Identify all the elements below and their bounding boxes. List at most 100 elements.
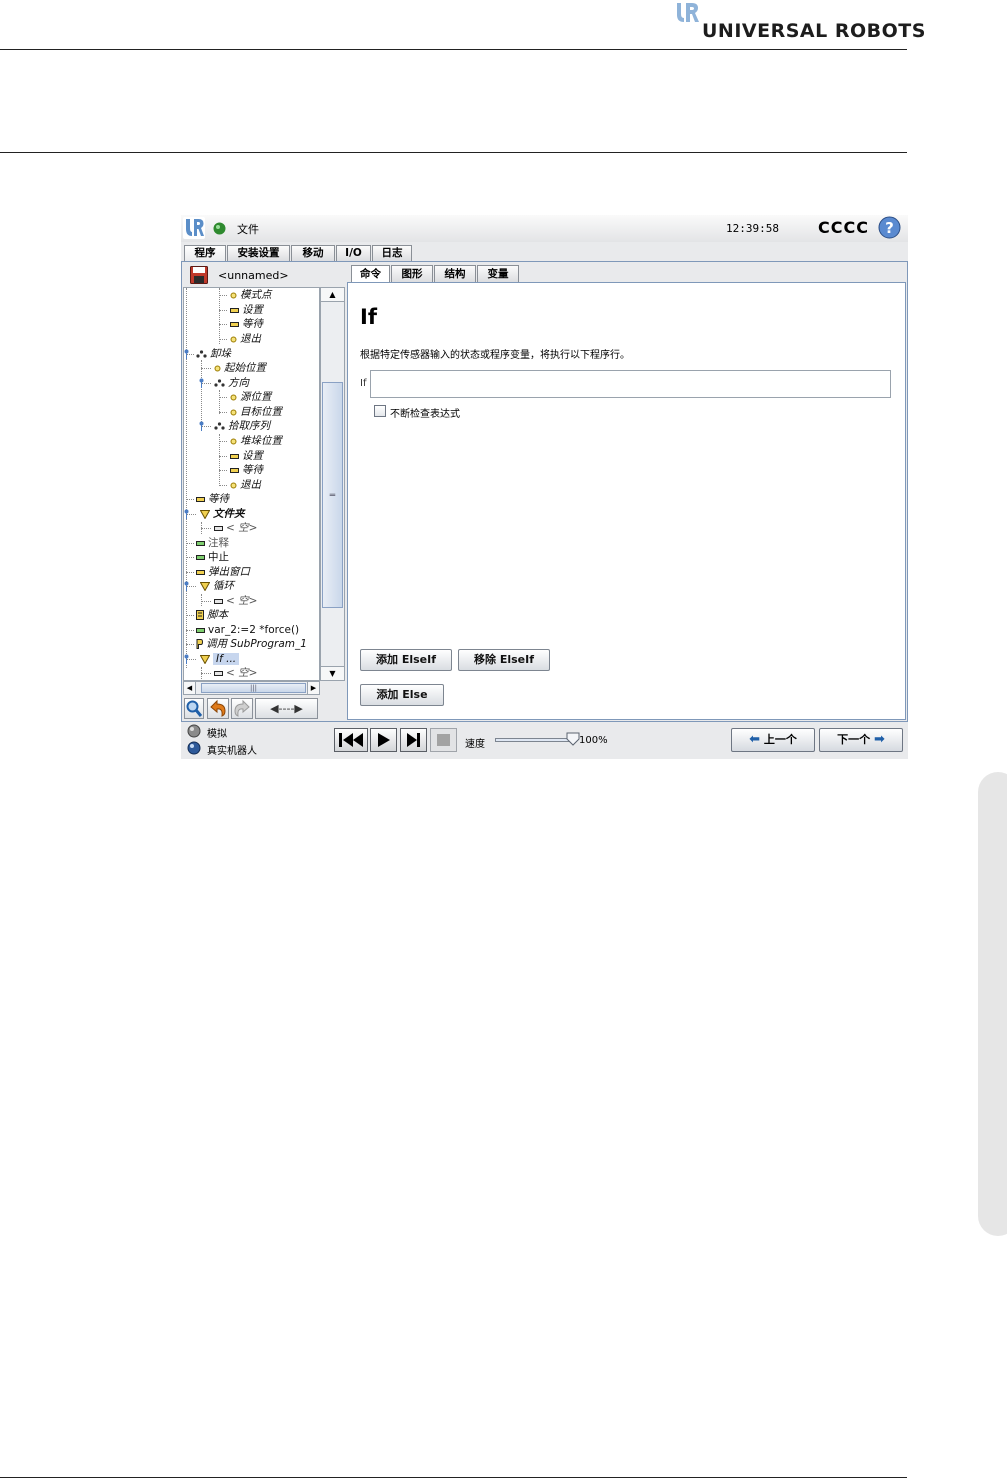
expander-icon[interactable] — [199, 378, 204, 388]
tree-node[interactable]: 堆垛位置 — [230, 434, 282, 448]
waypoint-icon — [230, 438, 237, 444]
tree-node[interactable]: 中止 — [196, 550, 229, 564]
tab-graphics[interactable]: 图形 — [391, 265, 433, 282]
tab-move[interactable]: 移动 — [291, 245, 335, 261]
speed-slider-thumb-icon[interactable] — [566, 732, 580, 746]
tree-node[interactable]: 循环 — [200, 579, 234, 593]
expander-icon[interactable] — [184, 654, 189, 664]
polyscope-screen: 文件 12:39:58 CCCC ? 程序 安装设置 移动 I/O 日志 <un… — [181, 215, 908, 759]
previous-button[interactable]: ⬅ 上一个 — [731, 728, 815, 752]
save-icon[interactable] — [190, 266, 208, 284]
tree-node[interactable]: 等待 — [196, 492, 229, 506]
tree-node[interactable]: 模式点 — [230, 288, 272, 302]
ur-logo-icon — [677, 3, 699, 22]
tree-node[interactable]: < 空> — [214, 521, 257, 535]
play-button[interactable] — [370, 728, 397, 752]
robot-name: CCCC — [818, 218, 869, 237]
move-arrows-icon: ◀----▶ — [270, 702, 303, 715]
tab-command[interactable]: 命令 — [351, 265, 390, 282]
search-button[interactable] — [184, 698, 204, 719]
tab-log[interactable]: 日志 — [372, 245, 412, 261]
tree-node[interactable]: 方向 — [214, 376, 249, 390]
tree-node[interactable]: 注释 — [196, 536, 229, 550]
undo-button[interactable] — [207, 698, 229, 719]
expander-icon[interactable] — [184, 509, 189, 519]
tree-node[interactable]: 设置 — [230, 303, 263, 317]
play-icon — [378, 733, 390, 747]
tree-node-selected[interactable]: If ... — [200, 652, 240, 666]
page-title: If — [360, 305, 377, 329]
expander-icon[interactable] — [199, 421, 204, 431]
undo-icon — [210, 699, 226, 717]
stop-button[interactable] — [430, 728, 457, 752]
scroll-thumb[interactable]: ═ — [322, 382, 343, 608]
speed-slider-track[interactable] — [495, 738, 573, 742]
tab-io[interactable]: I/O — [336, 245, 371, 261]
wait-icon — [196, 496, 205, 502]
check-expression-checkbox[interactable] — [374, 405, 386, 417]
tab-variables[interactable]: 变量 — [477, 265, 519, 282]
next-button[interactable]: 下一个 ➡ — [819, 728, 903, 752]
tree-node[interactable]: 源位置 — [230, 390, 272, 404]
folder-icon — [200, 509, 210, 519]
tree-node[interactable]: 等待 — [230, 317, 263, 331]
add-elseif-button[interactable]: 添加 ElseIf — [360, 649, 452, 671]
step-button[interactable] — [400, 728, 427, 752]
tree-node[interactable]: var_2:=2 *force() — [196, 623, 299, 637]
tab-program[interactable]: 程序 — [184, 245, 226, 262]
scroll-down-icon[interactable]: ▼ — [321, 666, 344, 680]
tree-node[interactable]: 调用 SubProgram_1 — [196, 637, 307, 651]
expander-icon[interactable] — [184, 349, 189, 359]
waypoint-icon — [230, 292, 237, 298]
add-else-button[interactable]: 添加 Else — [360, 684, 444, 706]
tree-node[interactable]: 起始位置 — [214, 361, 266, 375]
tab-structure[interactable]: 结构 — [434, 265, 476, 282]
rewind-icon — [339, 733, 363, 747]
redo-icon — [234, 699, 250, 717]
move-node-button[interactable]: ◀----▶ — [255, 698, 318, 719]
tree-node[interactable]: 退出 — [230, 478, 261, 492]
scroll-up-icon[interactable]: ▲ — [321, 288, 344, 302]
help-icon[interactable]: ? — [878, 216, 901, 239]
tree-node[interactable]: 退出 — [230, 332, 261, 346]
scroll-left-icon[interactable]: ◀ — [184, 682, 196, 694]
tree-node[interactable]: 脚本 — [196, 608, 228, 622]
hscroll-thumb[interactable]: ||| — [201, 683, 306, 693]
tree-node[interactable]: 卸垛 — [196, 347, 231, 361]
tree-node[interactable]: 等待 — [230, 463, 263, 477]
waypoint-icon — [230, 482, 237, 488]
tree-node[interactable]: < 空> — [214, 594, 257, 608]
tree-horizontal-scrollbar[interactable]: ◀ ||| ▶ — [183, 681, 320, 695]
simulation-label: 模拟 — [207, 729, 227, 740]
tree-vertical-scrollbar[interactable]: ▲ ═ ▼ — [320, 287, 345, 681]
wait-icon — [230, 467, 239, 473]
file-menu[interactable]: 文件 — [237, 221, 259, 237]
command-panel: If 根据特定传感器输入的状态或程序变量，将执行以下程序行。 If 不断检查表达… — [347, 282, 906, 720]
pattern-icon — [214, 422, 225, 430]
redo-button[interactable] — [231, 698, 253, 719]
real-robot-radio-icon[interactable] — [187, 741, 201, 755]
scroll-right-icon[interactable]: ▶ — [307, 682, 319, 694]
tree-node[interactable]: 拾取序列 — [214, 419, 270, 433]
tree-node[interactable]: 文件夹 — [200, 507, 245, 521]
simulation-radio-icon[interactable] — [187, 724, 201, 738]
tree-node[interactable]: 目标位置 — [230, 405, 282, 419]
empty-icon — [214, 670, 223, 676]
tree-node[interactable]: 设置 — [230, 449, 263, 463]
tab-installation[interactable]: 安装设置 — [227, 245, 290, 261]
tree-node[interactable]: < 空> — [214, 666, 257, 680]
arrow-right-icon: ➡ — [873, 732, 885, 747]
brand-wordmark: UNIVERSAL ROBOTS — [702, 20, 926, 42]
wait-icon — [230, 321, 239, 327]
expander-icon[interactable] — [184, 581, 189, 591]
clock: 12:39:58 — [726, 222, 779, 235]
remove-elseif-button[interactable]: 移除 ElseIf — [458, 649, 550, 671]
command-description: 根据特定传感器输入的状态或程序变量，将执行以下程序行。 — [360, 350, 630, 361]
tree-node[interactable]: 弹出窗口 — [196, 565, 250, 579]
footer-rule — [0, 1477, 907, 1478]
rewind-button[interactable] — [334, 728, 368, 752]
pattern-icon — [196, 350, 207, 358]
comment-icon — [196, 540, 205, 546]
speed-label: 速度 — [465, 739, 485, 750]
if-expression-field[interactable] — [370, 370, 891, 398]
